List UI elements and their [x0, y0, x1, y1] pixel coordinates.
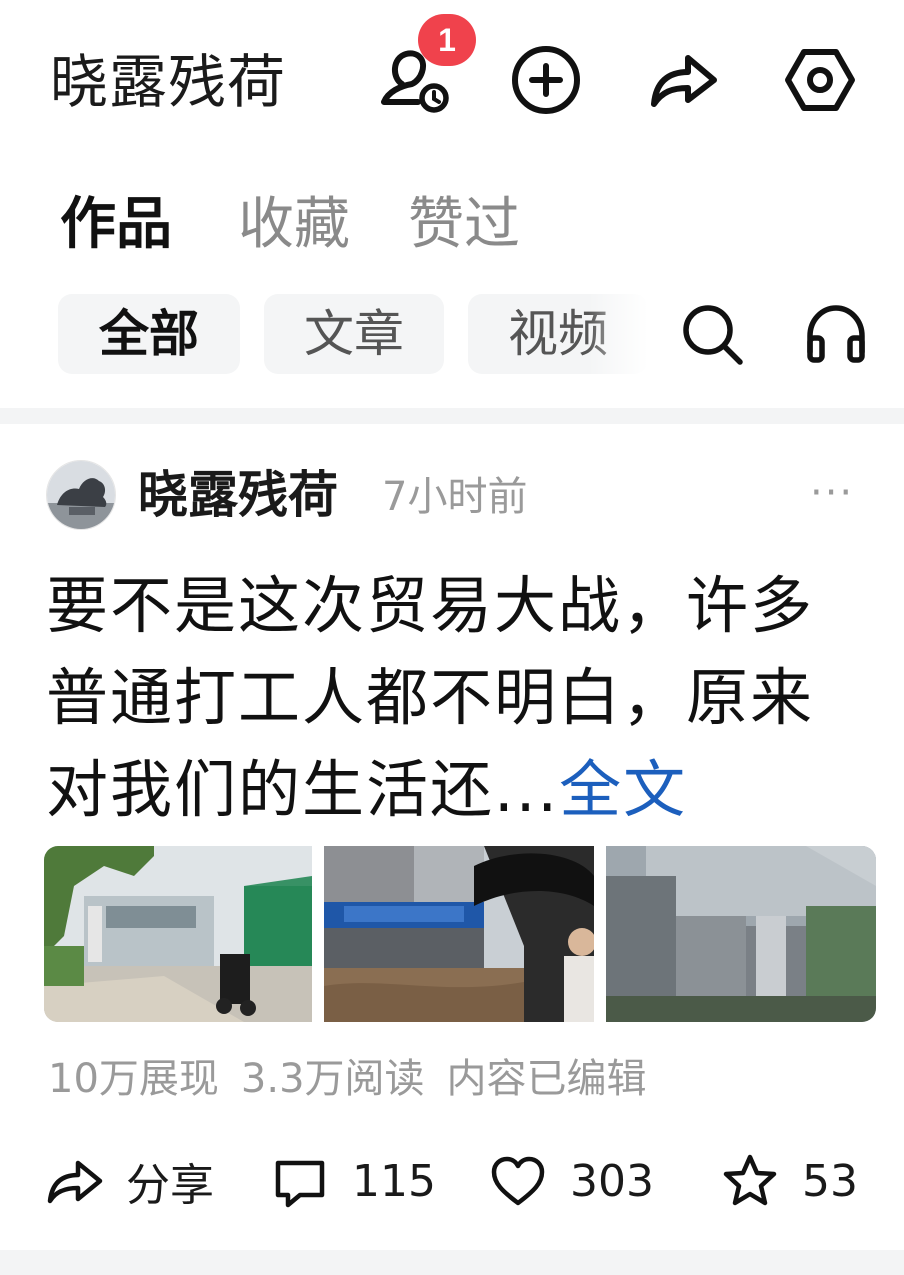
post-image-1[interactable]	[44, 846, 312, 1022]
reads-count: 3.3万阅读	[240, 1056, 425, 1102]
post-image-3[interactable]	[606, 846, 876, 1022]
page-title: 晓露残荷	[50, 48, 287, 116]
share-icon	[651, 55, 717, 107]
bottom-divider	[0, 1250, 904, 1275]
tab-favorites[interactable]: 收藏	[238, 190, 350, 260]
comment-icon	[275, 1160, 325, 1208]
settings-button[interactable]	[778, 38, 862, 122]
star-icon	[723, 1154, 777, 1206]
heart-icon	[491, 1156, 545, 1206]
flooded-street-photo	[324, 846, 594, 1022]
search-button[interactable]	[674, 296, 750, 372]
post-author[interactable]: 晓露残荷	[138, 462, 338, 528]
like-count: 303	[570, 1155, 654, 1207]
buildings-photo	[606, 846, 876, 1022]
headphones-icon	[807, 305, 865, 363]
like-action[interactable]: 303	[488, 1146, 654, 1216]
notification-badge: 1	[418, 14, 476, 66]
filter-articles[interactable]: 文章	[264, 294, 444, 374]
avatar[interactable]	[46, 460, 116, 530]
section-divider	[0, 408, 904, 424]
school-gate-photo	[44, 846, 312, 1022]
post-image-2[interactable]	[324, 846, 594, 1022]
post-stats: 10万展现 3.3万阅读 内容已编辑	[48, 1052, 669, 1106]
add-icon	[512, 46, 580, 114]
tab-liked[interactable]: 赞过	[408, 190, 520, 260]
settings-icon	[785, 49, 855, 111]
views-count: 10万展现	[48, 1056, 219, 1102]
full-text-link[interactable]: 全文	[559, 753, 687, 826]
favorite-action[interactable]: 53	[720, 1146, 858, 1216]
share-icon	[47, 1160, 103, 1204]
avatar-image	[47, 461, 115, 529]
share-button[interactable]	[642, 38, 726, 122]
share-label: 分享	[126, 1160, 214, 1211]
filter-all[interactable]: 全部	[58, 294, 240, 374]
profile-header: 晓露残荷 1	[0, 0, 904, 165]
search-icon	[683, 305, 743, 365]
tab-works[interactable]: 作品	[60, 190, 172, 260]
post-time: 7小时前	[382, 474, 528, 520]
filter-fade	[588, 294, 648, 374]
edited-label: 内容已编辑	[446, 1056, 647, 1102]
post-text[interactable]: 要不是这次贸易大战，许多普通打工人都不明白，原来对我们的生活还...全文	[46, 560, 876, 836]
favorite-count: 53	[802, 1155, 858, 1207]
post-text-content: 要不是这次贸易大战，许多普通打工人都不明白，原来对我们的生活还...	[46, 569, 815, 826]
share-action[interactable]: 分享	[44, 1146, 214, 1216]
comment-count: 115	[352, 1155, 436, 1207]
comment-action[interactable]: 115	[270, 1146, 436, 1216]
add-button[interactable]	[504, 38, 588, 122]
more-options-button[interactable]: ···	[810, 466, 854, 520]
listen-button[interactable]	[798, 296, 874, 372]
